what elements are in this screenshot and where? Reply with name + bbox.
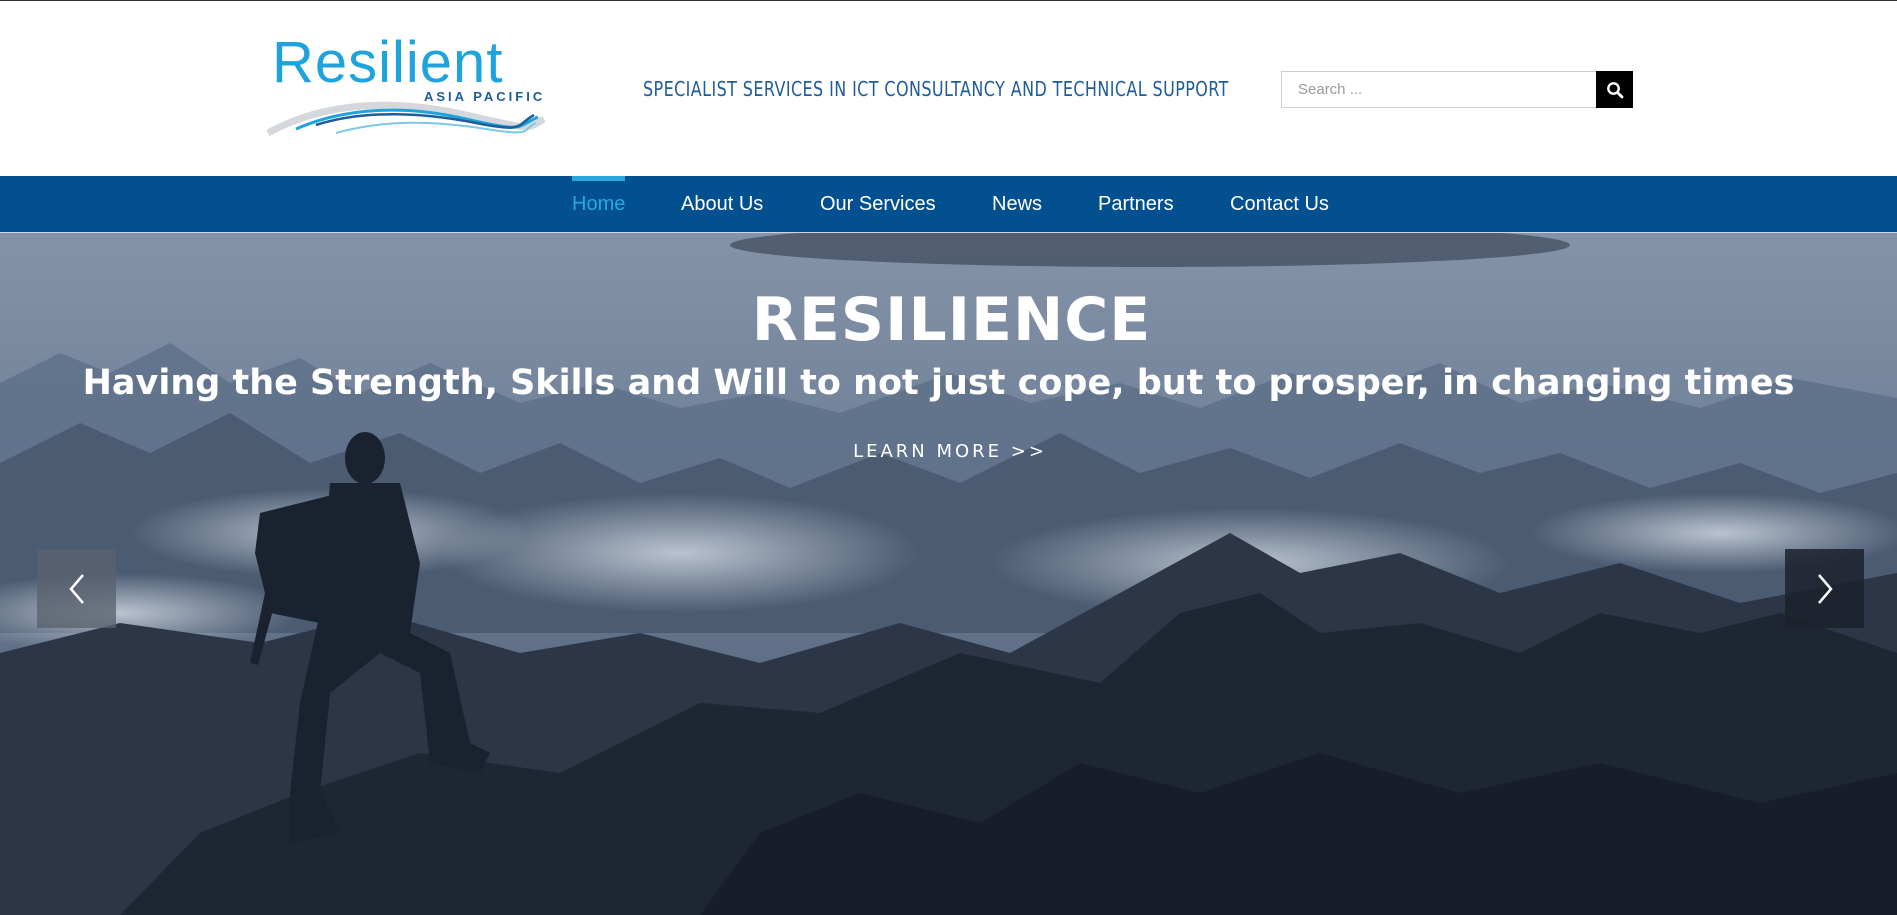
slider-prev-button[interactable] xyxy=(37,549,116,628)
main-nav: Home About Us Our Services News Partners… xyxy=(0,176,1897,233)
hero-subtitle: Having the Strength, Skills and Will to … xyxy=(82,363,1795,403)
logo-subtitle: ASIA PACIFIC xyxy=(424,89,546,104)
nav-item-partners[interactable]: Partners xyxy=(1098,176,1174,232)
header-tagline: SPECIALIST SERVICES IN ICT CONSULTANCY A… xyxy=(643,77,1229,101)
learn-more-link[interactable]: LEARN MORE >> xyxy=(0,441,1897,462)
hero-slider: RESILIENCE Having the Strength, Skills a… xyxy=(0,233,1897,915)
logo-wordmark: Resilient xyxy=(272,30,504,95)
nav-item-about-us[interactable]: About Us xyxy=(681,176,763,232)
chevron-right-icon xyxy=(1817,573,1833,604)
nav-item-news[interactable]: News xyxy=(992,176,1042,232)
site-header: Resilient ASIA PACIFIC SPECIALIST SERVIC… xyxy=(0,0,1897,176)
nav-item-our-services[interactable]: Our Services xyxy=(820,176,936,232)
nav-item-home[interactable]: Home xyxy=(572,176,626,232)
search-button[interactable] xyxy=(1596,71,1633,108)
hero-title: RESILIENCE xyxy=(751,285,1152,355)
search-form xyxy=(1281,71,1633,108)
chevron-left-icon xyxy=(68,573,84,604)
search-input[interactable] xyxy=(1282,72,1596,107)
site-logo[interactable]: Resilient ASIA PACIFIC xyxy=(266,31,546,143)
slider-next-button[interactable] xyxy=(1785,549,1864,628)
search-icon xyxy=(1606,81,1623,98)
nav-item-contact-us[interactable]: Contact Us xyxy=(1230,176,1329,232)
